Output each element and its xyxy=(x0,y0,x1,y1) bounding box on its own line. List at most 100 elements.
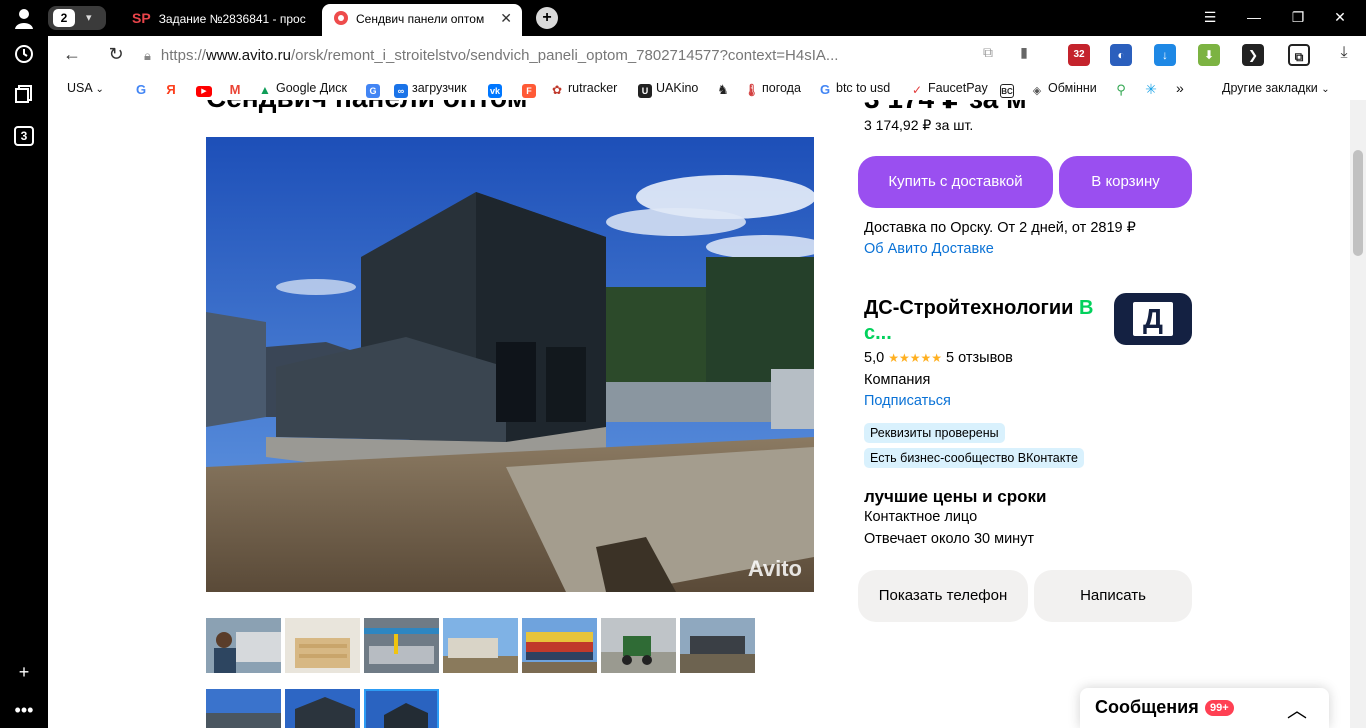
write-message-button[interactable]: Написать xyxy=(1034,570,1192,622)
gmail-icon: M xyxy=(228,82,242,97)
thumbnail-image xyxy=(366,691,437,728)
avito-watermark: Avito xyxy=(747,556,802,581)
bookmark-yandex[interactable]: Я xyxy=(164,79,182,97)
bookmark-label: загрузчик xyxy=(412,81,467,95)
maps-pin-icon: ⚲ xyxy=(1114,83,1128,97)
thumbnail-image xyxy=(443,618,518,673)
bookmark-icon[interactable]: ▮ xyxy=(1012,44,1036,61)
bookmark-gmail[interactable]: M xyxy=(228,79,246,97)
bookmark-translate[interactable]: G xyxy=(366,79,384,98)
minimize-icon[interactable]: — xyxy=(1244,9,1264,25)
collections-icon[interactable] xyxy=(12,84,36,108)
translate-icon: G xyxy=(366,84,380,98)
loader-icon: ∞ xyxy=(394,84,408,98)
seller-logo[interactable]: Д xyxy=(1114,293,1192,345)
rating-stars-icon: ★★★★★ xyxy=(888,351,942,365)
bookmark-uakino[interactable]: U UAKino xyxy=(638,79,698,98)
chevron-up-icon[interactable]: ︿ xyxy=(1287,694,1307,723)
thumbnail-6[interactable] xyxy=(601,618,676,673)
extension-vpn-icon[interactable]: ◐ xyxy=(1110,44,1132,66)
thumbnail-9[interactable] xyxy=(285,689,360,728)
thumbnail-7[interactable] xyxy=(680,618,755,673)
bookmark-label: btc to usd xyxy=(836,81,891,95)
bookmark-btc[interactable]: Gbtc to usd xyxy=(818,79,890,97)
seller-name: ДС-Стройтехнологии xyxy=(864,297,1074,319)
new-tab-button[interactable]: + xyxy=(536,7,558,29)
google-icon: G xyxy=(134,82,148,97)
bookmark-label: Обмінни xyxy=(1048,81,1097,95)
seller-name-block[interactable]: ДС-Стройтехнологии В с... xyxy=(864,296,1110,346)
thumbnail-8[interactable] xyxy=(206,689,281,728)
tab-avito[interactable]: Сендвич панели оптом ✕ xyxy=(322,4,522,36)
bookmark-label: FaucetPay xyxy=(928,81,988,95)
thumbnail-1[interactable] xyxy=(206,618,281,673)
bookmark-usa[interactable]: USA ⌄ xyxy=(67,79,104,99)
close-tab-icon[interactable]: ✕ xyxy=(500,4,512,32)
bookmark-exchange[interactable]: ◈ Обмінни xyxy=(1030,79,1097,98)
bookmark-label: Google Диск xyxy=(276,81,347,95)
reload-icon[interactable]: ↻ xyxy=(104,44,128,65)
bookmark-vk[interactable]: vk xyxy=(488,79,506,98)
messages-widget[interactable]: Сообщения 99+ ︿ xyxy=(1080,688,1329,728)
page-scrollbar[interactable] xyxy=(1350,100,1366,728)
add-panel-icon[interactable]: + xyxy=(12,660,36,684)
sp-favicon-icon: SP xyxy=(132,10,151,26)
profile-icon[interactable] xyxy=(12,8,36,32)
lock-icon: 🔒︎ xyxy=(144,48,151,63)
seller-type: Компания xyxy=(864,372,931,388)
bookmark-weather[interactable]: 🌡︎ погода xyxy=(744,79,801,97)
thumbnail-5[interactable] xyxy=(522,618,597,673)
faucetpay-icon: ✓ xyxy=(910,83,924,97)
restore-icon[interactable]: ❐ xyxy=(1288,9,1308,26)
bookmark-bc[interactable]: BC xyxy=(1000,79,1018,98)
back-icon[interactable]: ← xyxy=(60,44,84,65)
thumbnail-3[interactable] xyxy=(364,618,439,673)
avito-delivery-link[interactable]: Об Авито Доставке xyxy=(864,241,994,257)
bookmark-google-drive[interactable]: ▲ Google Диск xyxy=(258,79,347,97)
extension-download-icon[interactable]: ↓ xyxy=(1154,44,1176,66)
extension-calendar-icon[interactable]: 32 xyxy=(1068,44,1090,66)
tab-task[interactable]: SP Задание №2836841 - прос xyxy=(120,4,316,36)
extension-green-download-icon[interactable]: ⬇ xyxy=(1198,44,1220,66)
bookmark-loader[interactable]: ∞ загрузчик xyxy=(394,79,467,98)
menu-icon[interactable]: ☰ xyxy=(1200,9,1220,26)
chevron-down-icon: ⌄ xyxy=(1321,84,1330,95)
bookmarks-overflow[interactable]: » xyxy=(1176,79,1184,97)
bookmark-chess[interactable]: ♞ xyxy=(716,79,734,97)
bookmark-faucetpay[interactable]: ✓ FaucetPay xyxy=(910,79,988,97)
thumbnail-4[interactable] xyxy=(443,618,518,673)
bookmark-kyivstar[interactable]: ✳ xyxy=(1144,79,1162,97)
delivery-info: Доставка по Орску. От 2 дней, от 2819 ₽ xyxy=(864,220,1136,236)
downloads-icon[interactable]: ⤓ xyxy=(1332,44,1356,62)
more-icon[interactable]: ••• xyxy=(12,698,36,722)
add-to-cart-button[interactable]: В корзину xyxy=(1059,156,1192,208)
buy-with-delivery-button[interactable]: Купить с доставкой xyxy=(858,156,1053,208)
copy-link-icon[interactable]: ⧉ xyxy=(976,44,1000,61)
thumbnail-2[interactable] xyxy=(285,618,360,673)
bookmark-f[interactable]: F xyxy=(522,79,540,98)
bookmark-google[interactable]: G xyxy=(134,79,152,97)
close-window-icon[interactable]: ✕ xyxy=(1330,9,1350,26)
extension-dark-icon[interactable]: ❯ xyxy=(1242,44,1264,66)
subscribe-link[interactable]: Подписаться xyxy=(864,393,951,409)
kyivstar-icon: ✳ xyxy=(1144,81,1158,97)
url-field[interactable]: 🔒︎ https://www.avito.ru/orsk/remont_i_str… xyxy=(144,42,944,70)
tab-count-button[interactable]: 2 ▾ xyxy=(48,6,106,30)
bookmark-youtube[interactable]: ▶ xyxy=(196,79,216,97)
bookmark-rutracker[interactable]: ✿ rutracker xyxy=(550,79,617,97)
history-icon[interactable] xyxy=(12,44,36,68)
bookmark-other[interactable]: Другие закладки ⌄ xyxy=(1222,79,1330,99)
youtube-icon: ▶ xyxy=(196,86,212,97)
seller-rating-row[interactable]: 5,0 ★★★★★ 5 отзывов xyxy=(864,350,1013,366)
bookmark-maps[interactable]: ⚲ xyxy=(1114,79,1132,97)
extension-puzzle-icon[interactable]: ⧉ xyxy=(1288,44,1310,66)
sidebar-tabs-badge[interactable]: 3 xyxy=(14,126,34,146)
seller-rating: 5,0 xyxy=(864,350,885,366)
tag-vk-community[interactable]: Есть бизнес-сообщество ВКонтакте xyxy=(864,448,1084,468)
thumbnail-image xyxy=(680,618,755,673)
show-phone-button[interactable]: Показать телефон xyxy=(858,570,1028,622)
thumbnail-10-selected[interactable] xyxy=(364,689,439,728)
main-photo[interactable]: Avito xyxy=(206,137,814,592)
scrollbar-thumb[interactable] xyxy=(1353,150,1363,256)
bookmark-label: rutracker xyxy=(568,81,618,95)
